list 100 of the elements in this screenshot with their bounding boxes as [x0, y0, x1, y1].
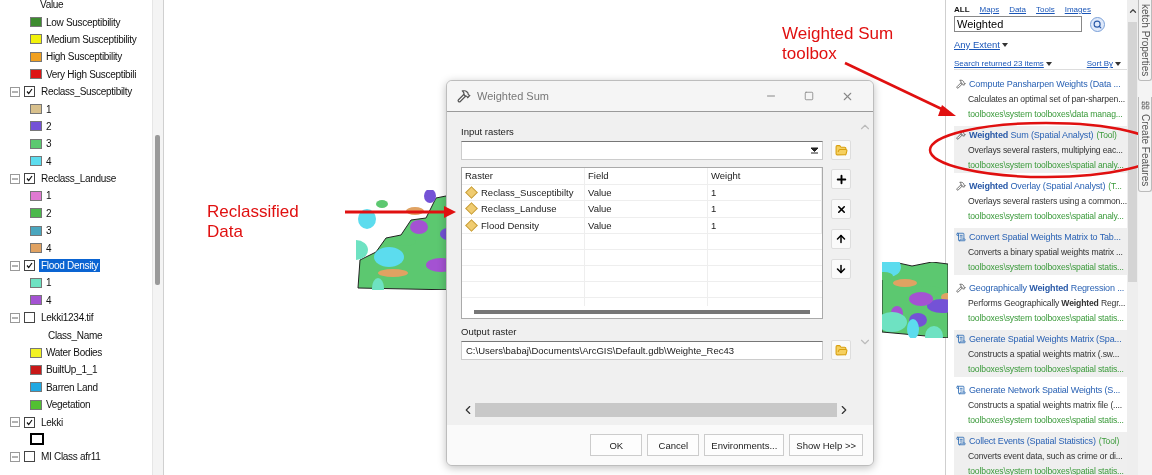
result-title[interactable]: Weighted Sum (Spatial Analyst)	[969, 129, 1094, 140]
result-item[interactable]: Generate Spatial Weights Matrix (Spa... Constructs a spatial weights matrix (.sw... toolboxes\system toolboxes\spatial statis...	[954, 330, 1127, 377]
scrollbar[interactable]	[152, 0, 164, 475]
legend-label: BuiltUp_1_1	[46, 364, 98, 376]
result-title[interactable]: Compute Pansharpen Weights (Data ...	[969, 78, 1121, 89]
collapse-icon[interactable]	[10, 260, 20, 271]
table-cell: 1	[708, 201, 822, 217]
delete-button[interactable]	[831, 199, 851, 219]
hammer-icon	[457, 89, 471, 103]
script-icon	[956, 333, 966, 344]
result-title[interactable]: Weighted Overlay (Spatial Analyst)	[969, 180, 1106, 191]
field-label: Output raster	[461, 326, 518, 337]
plus-icon	[834, 172, 848, 186]
layer-checkbox[interactable]	[24, 173, 35, 185]
table-cell: Value	[585, 184, 708, 200]
dropdown-caret-icon[interactable]	[811, 146, 818, 154]
collapse-icon[interactable]	[10, 451, 20, 462]
result-item[interactable]: Collect Events (Spatial Statistics) (Tool) Converts event data, such as crime or di... toolboxes\system toolboxes\spatial statis...	[954, 432, 1127, 475]
legend-label: 4	[46, 294, 52, 306]
folder-button[interactable]	[831, 340, 851, 360]
column-header: Raster	[462, 168, 585, 184]
legend-label: 3	[46, 225, 52, 237]
result-item[interactable]: Convert Spatial Weights Matrix to Tab... Converts a binary spatial weights matrix ... toolboxes\system toolboxes\spatial statis...	[954, 228, 1127, 275]
search-tab[interactable]: Images	[1064, 5, 1091, 14]
legend-label: 2	[46, 207, 52, 219]
folder-icon	[834, 143, 848, 157]
extent-link[interactable]: Any Extent	[954, 39, 1008, 50]
dropdown-field[interactable]	[461, 140, 823, 160]
layer-name[interactable]: Lekki1234.tif	[39, 311, 96, 325]
dialog-button[interactable]: Cancel	[647, 434, 700, 456]
layer-checkbox[interactable]	[24, 86, 35, 98]
output-field[interactable]: C:\Users\babaj\Documents\ArcGIS\Default.gdb\Weighte_Rec43	[461, 340, 823, 360]
collapse-icon[interactable]	[10, 417, 20, 428]
dialog-button[interactable]: Environments...	[704, 434, 785, 456]
result-path: toolboxes\system toolboxes\spatial statis...	[967, 363, 1125, 374]
sort-link[interactable]: Sort By	[1086, 59, 1121, 68]
script-icon	[956, 384, 966, 395]
result-title[interactable]: Generate Spatial Weights Matrix (Spa...	[969, 333, 1122, 344]
layer-name[interactable]: Flood Density	[39, 259, 101, 273]
side-tab[interactable]: ketch Properties	[1138, 0, 1152, 82]
search-tab[interactable]: Maps	[979, 5, 1000, 14]
result-title[interactable]: Geographically Weighted Regression ...	[969, 282, 1125, 293]
search-tab[interactable]: Tools	[1036, 5, 1055, 14]
dialog-button[interactable]: OK	[590, 434, 643, 456]
result-path: toolboxes\system toolboxes\spatial statis...	[967, 312, 1125, 323]
scroll-up-icon[interactable]	[1127, 6, 1138, 16]
layer-name[interactable]: Lekki	[39, 415, 65, 429]
result-item[interactable]: Weighted Sum (Spatial Analyst) (Tool) Overlays several rasters, multiplying eac... toolboxes\system toolboxes\spatial analy...	[954, 126, 1127, 173]
dialog-button[interactable]: Show Help >>	[789, 434, 863, 456]
column-header: Weight	[708, 168, 822, 184]
move-down-button[interactable]	[831, 259, 851, 279]
hammer-icon	[956, 129, 966, 140]
layer-checkbox[interactable]	[24, 312, 35, 324]
result-type: (T...	[1108, 180, 1122, 191]
layer-checkbox[interactable]	[24, 416, 35, 428]
table-cell: Reclass_Landuse	[462, 201, 585, 217]
layer-name[interactable]: Reclass_Landuse	[39, 172, 118, 186]
legend-heading: Class_Name	[47, 329, 103, 341]
folder-icon	[834, 343, 848, 357]
layer-checkbox[interactable]	[24, 260, 35, 272]
caret-icon	[1045, 61, 1052, 66]
annotation-label: Weighted Sum toolbox	[782, 24, 895, 65]
result-path: toolboxes\system toolboxes\spatial statis...	[967, 465, 1125, 475]
maximize-icon[interactable]	[804, 91, 814, 101]
search-button[interactable]	[1090, 16, 1105, 32]
legend-label: Vegetation	[46, 399, 91, 411]
result-title[interactable]: Collect Events (Spatial Statistics)	[969, 435, 1096, 446]
folder-button[interactable]	[831, 140, 851, 160]
caret-icon	[1115, 61, 1121, 66]
collapse-icon[interactable]	[10, 312, 20, 323]
result-path: toolboxes\system toolboxes\data manag...	[967, 108, 1124, 119]
scrollbar-thumb[interactable]	[1128, 22, 1137, 282]
annotation-label: Reclassified Data	[207, 202, 300, 243]
search-tab[interactable]: Data	[1009, 5, 1027, 14]
layer-name[interactable]: Reclass_Susceptibilty	[39, 85, 134, 99]
scrollbar[interactable]	[475, 403, 837, 417]
arrow-down-icon	[835, 263, 847, 275]
raster-icon	[465, 185, 478, 199]
results-summary-link[interactable]: Search returned 23 items	[954, 59, 1052, 68]
legend-label: Barren Land	[46, 381, 98, 393]
move-up-button[interactable]	[831, 229, 851, 249]
raster-icon	[465, 218, 478, 232]
legend-label: 1	[46, 277, 52, 289]
result-title[interactable]: Convert Spatial Weights Matrix to Tab...	[969, 231, 1121, 242]
collapse-icon[interactable]	[10, 86, 20, 97]
hammer-icon	[956, 78, 966, 89]
collapse-icon[interactable]	[10, 173, 20, 184]
search-field[interactable]: Weighted	[954, 16, 1082, 32]
column-header: Field	[585, 168, 708, 184]
table-cell: Value	[585, 217, 708, 233]
layer-checkbox[interactable]	[24, 451, 35, 463]
result-title[interactable]: Generate Network Spatial Weights (S...	[969, 384, 1121, 395]
add-button[interactable]	[831, 169, 851, 189]
arrow-up-icon	[835, 233, 847, 245]
script-icon	[956, 435, 966, 446]
scrollbar[interactable]	[474, 310, 810, 314]
legend-label: Water Bodies	[46, 347, 103, 358]
side-tab[interactable]: Create Features	[1138, 97, 1152, 192]
layer-name[interactable]: MI Class afr11	[39, 450, 103, 464]
search-tab[interactable]: ALL	[954, 5, 970, 14]
